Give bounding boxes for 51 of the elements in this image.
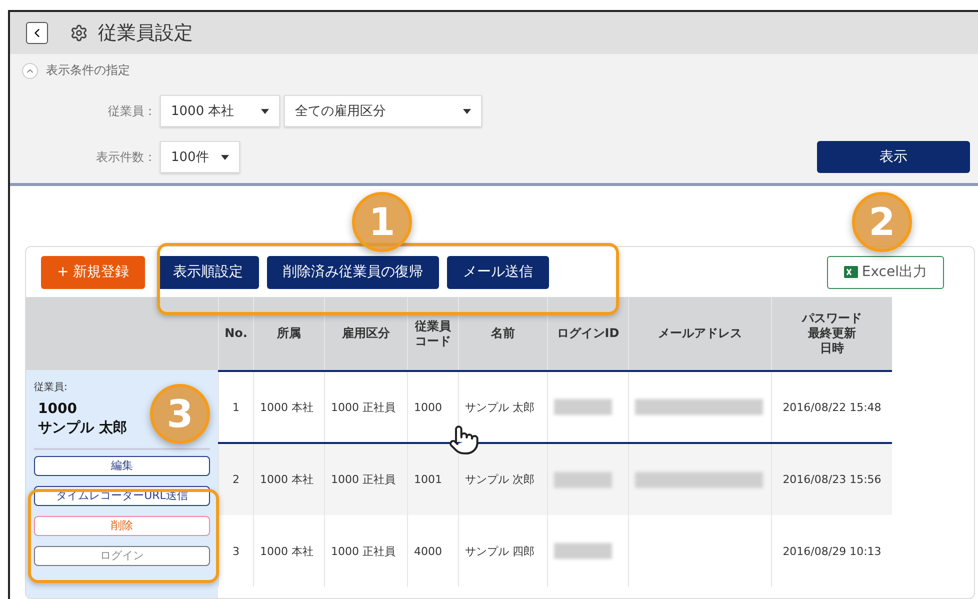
column-header: コード xyxy=(414,334,452,348)
filter-toggle[interactable]: 表示条件の指定 xyxy=(22,62,130,79)
page-title: 従業員設定 xyxy=(98,21,193,46)
field-label: 従業員： xyxy=(107,102,156,120)
table-row[interactable]: 1 1000 本社 1000 正社員 1000 サンプル 太郎 2016/08/22 15:48 xyxy=(218,371,892,443)
excel-export-button[interactable]: Excel出力 xyxy=(826,256,944,288)
action-button[interactable]: ログイン xyxy=(34,546,210,566)
column-header: ログインID xyxy=(556,326,620,341)
settings-icon xyxy=(70,24,88,42)
table-cell: 1000 本社 xyxy=(254,371,324,443)
dropdown-field[interactable]: 100件 xyxy=(160,141,240,173)
column-header: 雇用区分 xyxy=(341,326,391,341)
table-row[interactable]: 2 1000 本社 1000 正社員 1001 サンプル 次郎 2016/08/23 15:56 xyxy=(218,443,892,515)
field-label: 表示件数： xyxy=(95,148,156,166)
show-button[interactable]: 表示 xyxy=(817,141,970,173)
caret-icon xyxy=(221,154,229,160)
column-header: パスワード xyxy=(800,311,863,326)
column-header: 所属 xyxy=(276,326,302,341)
table-cell: 1000 本社 xyxy=(254,515,324,587)
toolbar-button[interactable]: メール送信 xyxy=(447,256,550,288)
employee-caption: 従業員: xyxy=(34,380,68,394)
employee-name: 1000 サンプル 太郎 xyxy=(38,400,127,438)
column-header: 日時 xyxy=(819,341,845,356)
action-button[interactable]: 削除 xyxy=(34,516,210,536)
table-cell: サンプル 四郎 xyxy=(458,515,548,587)
hand-cursor-icon xyxy=(448,424,480,456)
column-header: No. xyxy=(224,326,248,341)
caret-icon xyxy=(261,108,269,114)
dropdown-field[interactable]: 全ての雇用区分 xyxy=(284,95,482,127)
table-cell: 3 xyxy=(218,515,254,587)
column-header: 名前 xyxy=(490,326,516,341)
callout-badge: 2 xyxy=(852,192,912,252)
back-button[interactable] xyxy=(26,22,48,44)
column-header: 従業員 xyxy=(414,318,452,334)
table-cell: 4000 xyxy=(408,515,458,587)
column-header: メールアドレス xyxy=(657,326,743,341)
table-cell: 1 xyxy=(218,371,254,443)
table-cell: 1000 正社員 xyxy=(324,371,408,443)
table-row[interactable]: 3 1000 本社 1000 正社員 4000 サンプル 四郎 2016/08/29 10:13 xyxy=(218,515,892,587)
dropdown-field[interactable]: 1000 本社 xyxy=(160,95,280,127)
toolbar-button[interactable]: 削除済み従業員の復帰 xyxy=(267,256,440,288)
caret-icon xyxy=(463,108,471,114)
table-cell: 1000 正社員 xyxy=(324,515,408,587)
column-header: 最終更新 xyxy=(807,326,857,341)
callout-badge: 1 xyxy=(352,192,412,252)
spreadsheet-icon xyxy=(844,265,858,279)
table-cell: 2016/08/29 10:13 xyxy=(772,515,892,587)
table-cell: 2016/08/22 15:48 xyxy=(772,371,892,443)
action-button[interactable]: 編集 xyxy=(34,456,210,476)
collapse-icon xyxy=(22,62,38,78)
create-button[interactable]: + 新規登録 xyxy=(41,256,146,288)
